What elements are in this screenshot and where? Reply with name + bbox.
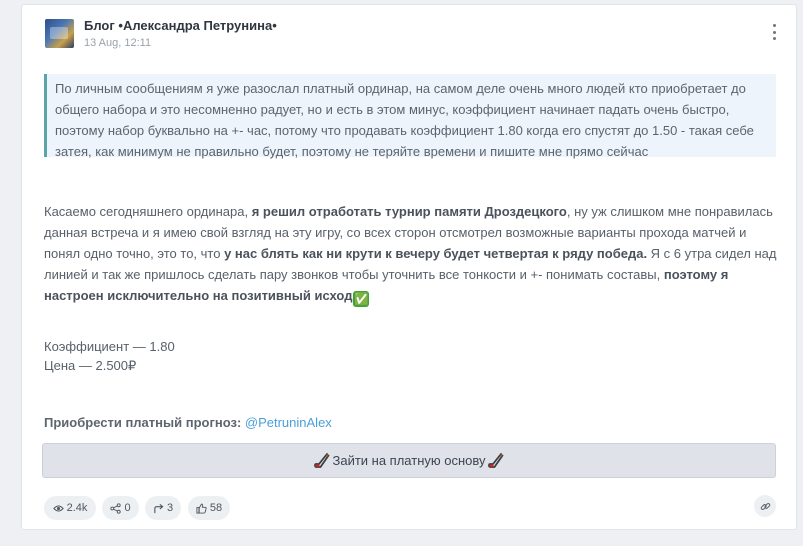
like-button[interactable]: 58 <box>188 496 230 520</box>
link-icon[interactable] <box>754 495 776 517</box>
buy-link[interactable]: @PetruninAlex <box>245 415 332 430</box>
blog-title[interactable]: Блог •Александра Петрунина• <box>84 18 277 33</box>
post-card: Блог •Александра Петрунина• 13 Aug, 12:1… <box>21 4 797 530</box>
likes-count: 58 <box>209 502 223 514</box>
check-mark-icon: ✅ <box>353 291 370 307</box>
coefficient-line: Коэффициент — 1.80 <box>44 339 175 354</box>
shares-count: 0 <box>124 502 131 514</box>
buy-forecast-line: Приобрести платный прогноз: @PetruninAle… <box>44 413 332 432</box>
paragraph-text-1: Касаемо сегодняшнего ординара, <box>44 204 252 219</box>
more-vertical-icon[interactable] <box>770 24 778 40</box>
reposts-count: 3 <box>166 502 174 514</box>
price-line: Цена — 2.500₽ <box>44 358 137 373</box>
repost-arrow-icon <box>153 503 164 514</box>
repost-button[interactable]: 3 <box>145 496 181 520</box>
blog-avatar[interactable] <box>45 19 74 48</box>
paid-subscription-button[interactable]: Зайти на платную основу <box>42 443 776 478</box>
buy-label: Приобрести платный прогноз: <box>44 415 245 430</box>
hockey-stick-icon <box>487 452 504 469</box>
paragraph-bold-1: я решил отработать турнир памяти Дроздец… <box>251 204 567 219</box>
post-date: 13 Aug, 12:11 <box>84 37 152 49</box>
share-button[interactable]: 0 <box>102 496 139 520</box>
post-paragraph: Касаемо сегодняшнего ординара, я решил о… <box>44 201 784 307</box>
eye-icon <box>52 503 64 514</box>
views-count: 2.4k <box>66 502 88 514</box>
share-nodes-icon <box>110 502 122 514</box>
paragraph-bold-2: у нас блять как ни крути к вечеру будет … <box>224 246 648 261</box>
views-counter[interactable]: 2.4k <box>44 496 96 520</box>
cta-label: Зайти на платную основу <box>332 453 486 468</box>
thumbs-up-icon <box>196 503 207 514</box>
check-mark-glyph: ✅ <box>353 292 369 306</box>
hockey-stick-icon <box>314 452 330 469</box>
post-quote: По личным сообщениям я уже разослал плат… <box>44 74 776 159</box>
